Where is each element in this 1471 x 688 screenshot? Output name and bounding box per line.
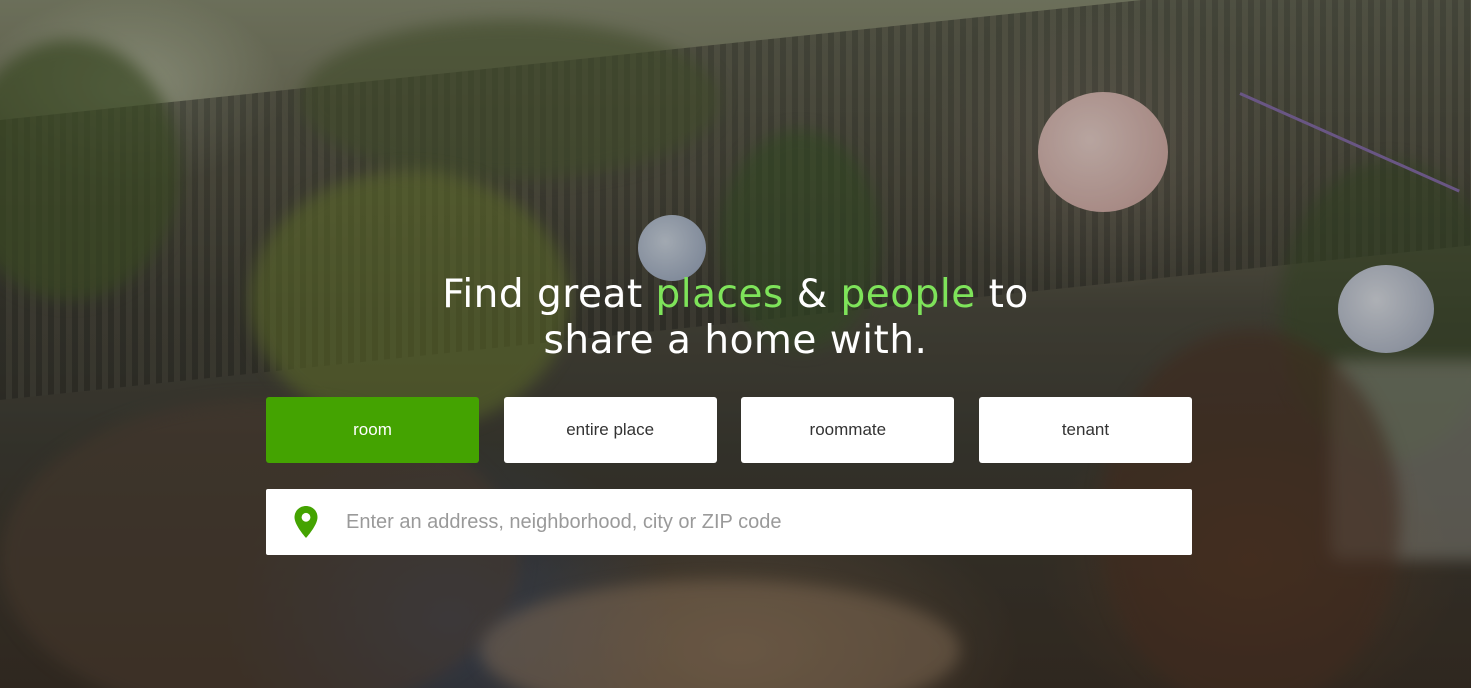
location-search-bar [266, 489, 1192, 555]
tab-room[interactable]: room [266, 397, 479, 463]
location-search-input[interactable] [346, 489, 1192, 555]
hero-section: Find great places & people to share a ho… [0, 0, 1471, 688]
headline-text: & [783, 272, 841, 317]
search-type-tabs: room entire place roommate tenant [266, 397, 1192, 463]
tab-roommate[interactable]: roommate [741, 397, 955, 463]
headline-text: to [975, 272, 1029, 317]
headline-accent-people: people [840, 272, 976, 317]
headline-line-2: share a home with. [543, 318, 928, 363]
tab-tenant[interactable]: tenant [978, 397, 1192, 463]
headline-accent-places: places [655, 272, 784, 317]
tab-entire-place[interactable]: entire place [503, 397, 717, 463]
hero-headline: Find great places & people to share a ho… [0, 272, 1471, 364]
headline-text: Find great [442, 272, 656, 317]
headline-line-1: Find great places & people to [0, 272, 1471, 318]
location-pin-icon [293, 505, 319, 539]
